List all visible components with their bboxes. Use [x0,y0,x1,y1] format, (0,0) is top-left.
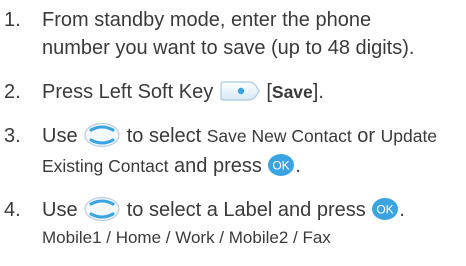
step-number: 4. [4,199,21,221]
svg-text:OK: OK [273,158,290,172]
svg-text:OK: OK [377,202,394,216]
step-3-period: . [295,155,301,177]
ok-key-icon: OK [267,153,295,177]
step-2-text: Press Left Soft Key [42,81,214,103]
left-soft-key-icon [219,80,261,102]
step-4-to-select: to select a Label and press [126,199,366,221]
option-save-new-contact: Save New Contact [206,126,352,146]
step-3-or: or [357,125,376,147]
step-4-use: Use [42,199,78,221]
step-1-line-1: From standby mode, enter the phone [42,9,372,31]
instruction-list: 1. From standby mode, enter the phone nu… [0,0,466,266]
step-1-line-2: number you want to save (up to 48 digits… [42,37,415,59]
navigation-key-icon [83,196,121,222]
bracket-close: ]. [312,81,324,103]
step-4-period: . [399,199,405,221]
step-number: 3. [4,125,21,147]
step-number: 2. [4,81,21,103]
step-number: 1. [4,9,21,31]
step-3-to-select: to select [126,125,202,147]
step-3-use: Use [42,125,78,147]
ok-key-icon: OK [371,197,399,221]
step-3-and-press: and press [174,155,262,177]
save-action-label: Save [271,82,313,102]
option-update: Update [380,126,438,146]
option-existing-contact: Existing Contact [42,156,169,176]
navigation-key-icon [83,122,121,148]
label-options: Mobile1 / Home / Work / Mobile2 / Fax [42,228,331,247]
